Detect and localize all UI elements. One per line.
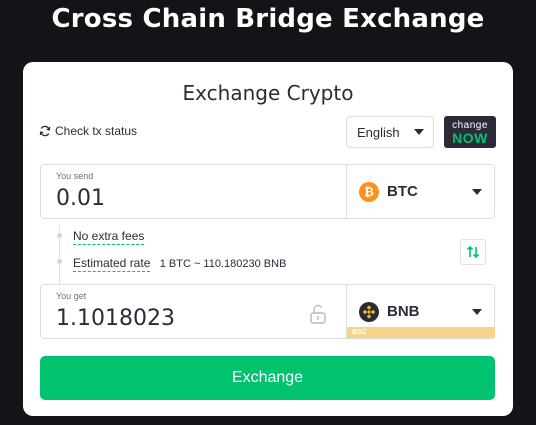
send-amount-input[interactable]: 0.01 <box>56 186 105 211</box>
estimated-rate-link[interactable]: Estimated rate <box>73 256 151 272</box>
exchange-button[interactable]: Exchange <box>40 356 495 400</box>
check-tx-status-label: Check tx status <box>55 124 138 138</box>
language-select[interactable]: English <box>346 116 434 148</box>
widget-title: Exchange Crypto <box>182 81 354 105</box>
logo-bottom-text: NOW <box>452 130 488 146</box>
info-dot <box>57 259 62 264</box>
chevron-down-icon <box>414 129 424 135</box>
send-label: You send <box>56 171 94 181</box>
unlock-icon[interactable] <box>309 304 327 324</box>
no-extra-fees-link[interactable]: No extra fees <box>73 229 145 245</box>
swap-arrows-icon <box>466 245 480 259</box>
get-currency-select[interactable]: BNB BSC <box>347 285 495 338</box>
send-currency-select[interactable]: ₿ BTC <box>347 165 495 218</box>
swap-currencies-button[interactable] <box>460 239 486 265</box>
bnb-icon <box>359 301 379 322</box>
logo-top-text: change <box>452 120 488 131</box>
page-title: Cross Chain Bridge Exchange <box>51 4 485 34</box>
get-field: You get 1.1018023 BNB BSC <box>40 284 495 339</box>
chevron-down-icon <box>472 189 482 195</box>
estimated-rate-value: 1 BTC ~ 110.180230 BNB <box>159 258 287 270</box>
send-currency-name: BTC <box>387 183 418 200</box>
check-tx-status-link[interactable]: Check tx status <box>39 124 137 138</box>
exchange-widget: Exchange Crypto Check tx status English … <box>23 62 513 416</box>
chevron-down-icon <box>472 309 482 315</box>
get-label: You get <box>56 291 87 301</box>
changenow-logo[interactable]: change NOW <box>444 116 496 148</box>
language-value: English <box>357 124 400 140</box>
bnb-logo-shape <box>362 304 376 319</box>
fees-info: No extra fees <box>73 229 145 245</box>
get-amount: 1.1018023 <box>56 306 175 331</box>
send-field: You send 0.01 ₿ BTC <box>40 164 495 219</box>
bitcoin-icon: ₿ <box>359 181 379 202</box>
info-dot <box>57 233 62 238</box>
get-currency-name: BNB <box>387 303 420 320</box>
rate-info: Estimated rate 1 BTC ~ 110.180230 BNB <box>73 256 287 272</box>
network-badge: BSC <box>347 327 495 338</box>
refresh-icon <box>39 125 51 137</box>
